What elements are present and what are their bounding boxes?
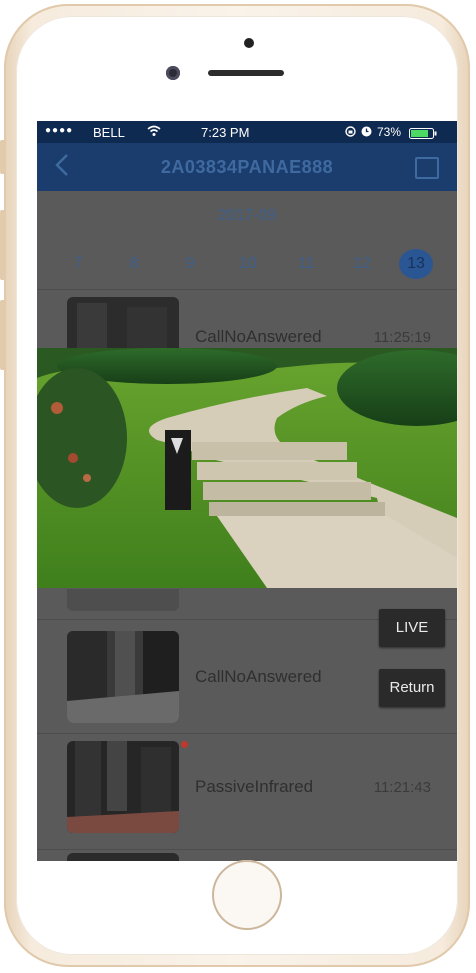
navigation-bar: 2A03834PANAE888: [37, 143, 457, 191]
event-thumbnail: [67, 853, 179, 861]
edit-icon[interactable]: [415, 157, 439, 179]
live-button[interactable]: LIVE: [379, 609, 445, 647]
carrier-label: BELL: [93, 125, 125, 140]
day-item[interactable]: 8: [117, 249, 151, 279]
home-button[interactable]: [212, 860, 282, 930]
status-bar: ●●●● BELL 7:23 PM 73%: [37, 121, 457, 143]
month-label: 2017-09: [217, 207, 277, 224]
earpiece-speaker: [208, 70, 284, 76]
event-thumbnail: [67, 741, 179, 833]
app-screen: ●●●● BELL 7:23 PM 73% 2A03834PANAE888 20…: [37, 121, 457, 861]
event-type: PassiveInfrared: [195, 777, 314, 796]
front-camera-icon: [166, 66, 180, 80]
volume-up-button: [0, 210, 6, 280]
mute-switch: [0, 140, 6, 174]
device-title: 2A03834PANAE888: [160, 157, 334, 177]
day-selector: 7 8 9 10 11 12 13: [37, 249, 457, 279]
proximity-sensor: [244, 38, 254, 48]
day-item[interactable]: 11: [289, 249, 323, 279]
battery-icon: [409, 127, 439, 142]
alarm-icon: [361, 125, 372, 140]
day-item[interactable]: 12: [345, 249, 379, 279]
event-time: 11:21:43: [373, 779, 431, 796]
divider: [37, 849, 457, 850]
return-button[interactable]: Return: [379, 669, 445, 707]
video-frame: [37, 348, 457, 588]
event-time: 11:25:19: [373, 329, 431, 346]
clock-label: 7:23 PM: [201, 125, 250, 140]
day-item[interactable]: 9: [173, 249, 207, 279]
day-item[interactable]: 7: [61, 249, 95, 279]
event-type: CallNoAnswered: [195, 327, 322, 346]
event-thumbnail: [67, 589, 179, 611]
volume-down-button: [0, 300, 6, 370]
event-type: CallNoAnswered: [195, 667, 322, 686]
day-item[interactable]: 10: [231, 249, 265, 279]
wifi-icon: [147, 125, 161, 140]
lock-rotation-icon: [345, 125, 356, 140]
event-row[interactable]: PassiveInfrared 11:21:43: [37, 733, 457, 849]
day-item-selected[interactable]: 13: [399, 249, 433, 279]
battery-percent: 73%: [377, 125, 402, 139]
event-thumbnail: [67, 631, 179, 723]
unread-indicator: [181, 741, 188, 748]
video-player[interactable]: [37, 348, 457, 588]
signal-icon: ●●●●: [45, 125, 74, 136]
